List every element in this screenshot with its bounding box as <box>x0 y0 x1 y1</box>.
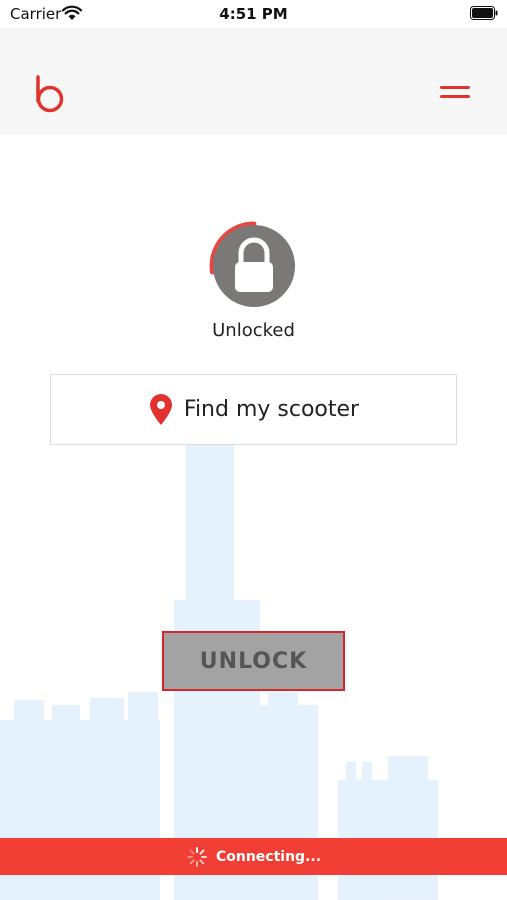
battery-icon <box>470 6 498 20</box>
map-pin-icon <box>149 393 172 425</box>
status-bar: Carrier 4:51 PM <box>0 0 507 28</box>
connecting-status-label: Connecting... <box>215 848 322 865</box>
lock-status-indicator[interactable] <box>208 220 300 312</box>
app-logo <box>36 75 64 113</box>
find-my-scooter-label: Find my scooter <box>183 397 360 422</box>
unlock-button[interactable]: UNLOCK <box>162 631 345 691</box>
lock-status-label: Unlocked <box>212 320 295 341</box>
hamburger-menu-icon[interactable] <box>436 80 474 106</box>
unlock-button-label: UNLOCK <box>199 648 308 674</box>
find-my-scooter-button[interactable]: Find my scooter <box>50 374 457 445</box>
connecting-banner: Connecting... <box>0 838 507 875</box>
status-time: 4:51 PM <box>219 5 288 23</box>
app-header <box>0 28 507 134</box>
spinner-icon <box>186 846 207 867</box>
